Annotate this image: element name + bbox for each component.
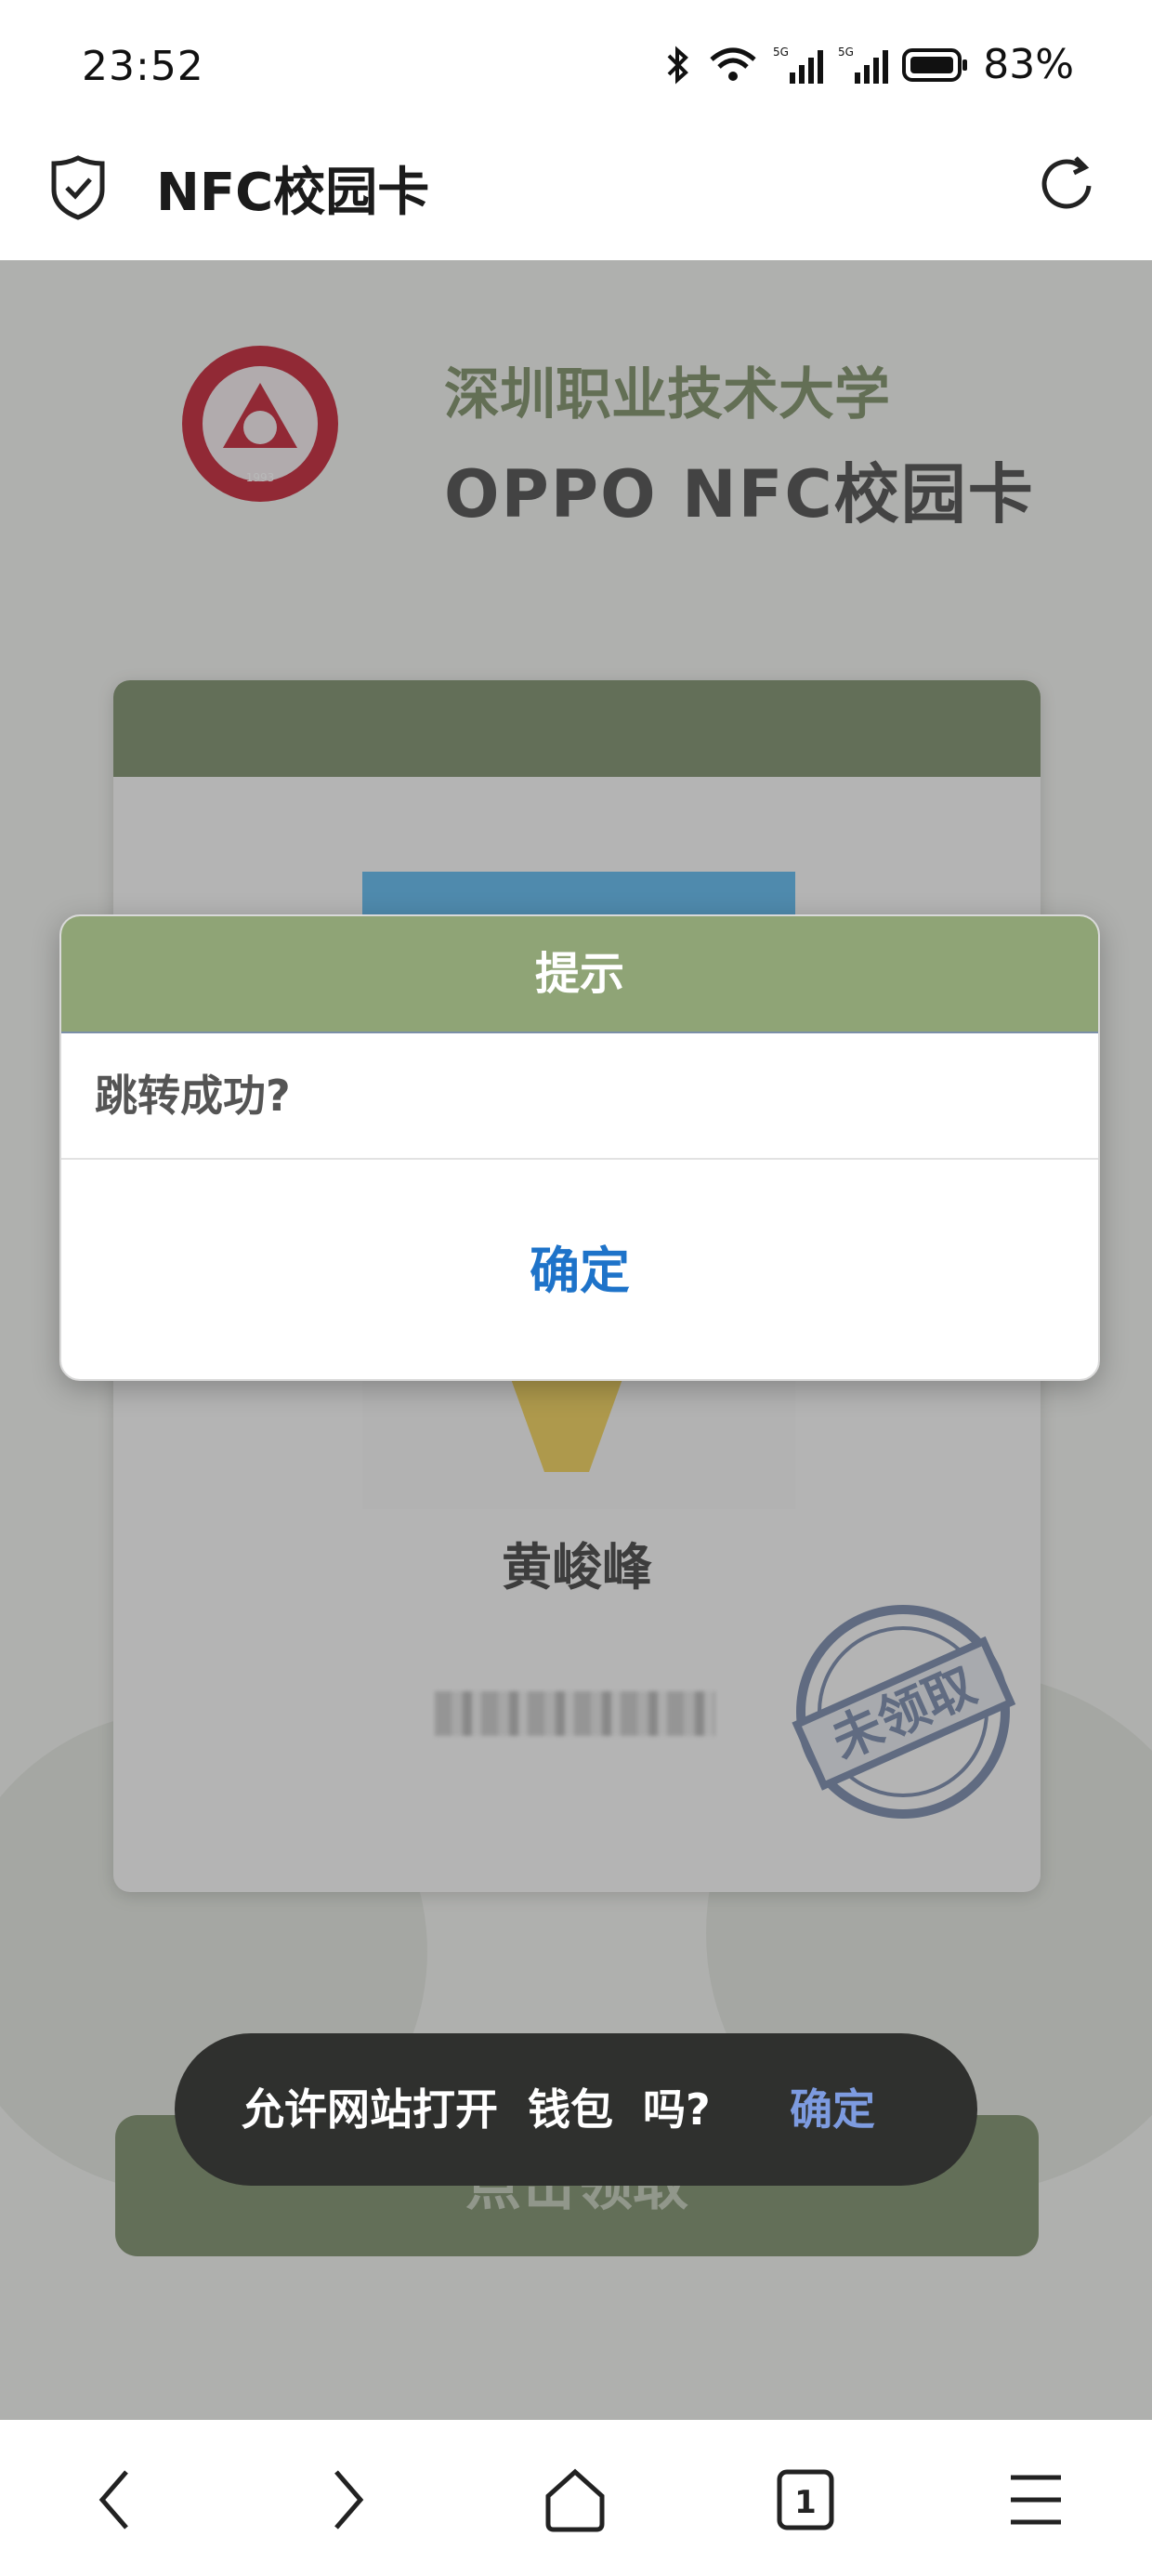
toast-confirm-button[interactable]: 确定 bbox=[790, 2033, 875, 2186]
tabs-icon[interactable]: 1 bbox=[775, 2464, 836, 2535]
toast-text: 允许网站打开 钱包 吗? bbox=[242, 2084, 711, 2135]
signal-icon-2: 5G bbox=[838, 46, 889, 84]
status-bar: 23:52 5G 5G 83% bbox=[0, 0, 1152, 130]
alert-dialog: 提示 跳转成功? 确定 bbox=[59, 914, 1100, 1381]
page-title: NFC校园卡 bbox=[156, 163, 430, 223]
reload-icon[interactable] bbox=[1035, 152, 1100, 217]
menu-icon[interactable] bbox=[1005, 2464, 1067, 2535]
browser-bottom-nav: 1 bbox=[0, 2420, 1152, 2576]
svg-text:5G: 5G bbox=[838, 46, 854, 59]
dialog-message: 跳转成功? bbox=[61, 1033, 1098, 1160]
shield-check-icon[interactable] bbox=[48, 154, 108, 221]
forward-icon[interactable] bbox=[318, 2464, 373, 2535]
bluetooth-icon bbox=[667, 46, 689, 84]
wifi-icon bbox=[710, 47, 756, 81]
app-bar: NFC校园卡 bbox=[0, 130, 1152, 260]
svg-text:1: 1 bbox=[794, 2484, 817, 2521]
back-icon[interactable] bbox=[89, 2464, 145, 2535]
open-wallet-toast: 允许网站打开 钱包 吗? 确定 bbox=[175, 2033, 977, 2186]
dialog-confirm-button[interactable]: 确定 bbox=[61, 1160, 1098, 1379]
home-icon[interactable] bbox=[541, 2464, 609, 2535]
signal-icon: 5G bbox=[773, 46, 824, 84]
svg-text:5G: 5G bbox=[773, 46, 789, 59]
battery-percent: 83% bbox=[983, 41, 1074, 88]
battery-icon bbox=[902, 47, 968, 82]
dialog-title: 提示 bbox=[61, 916, 1098, 1033]
status-icons: 5G 5G 83% bbox=[661, 41, 1074, 88]
status-time: 23:52 bbox=[82, 43, 204, 90]
